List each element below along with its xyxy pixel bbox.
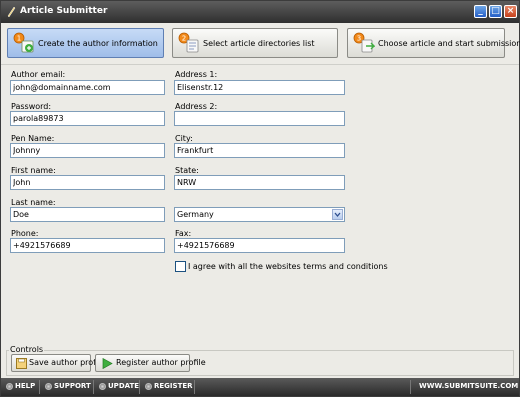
country-select-value: Germany — [177, 210, 214, 219]
state-field[interactable] — [174, 175, 345, 190]
footer-brand-link[interactable]: WWW.SUBMITSUITE.COM — [419, 382, 518, 390]
footer-support-link[interactable]: SUPPORT — [54, 382, 91, 390]
address1-field[interactable] — [174, 80, 345, 95]
step-number: 2 — [182, 35, 186, 43]
maximize-button[interactable]: □ — [489, 5, 502, 18]
fax-field[interactable] — [174, 238, 345, 253]
address1-label: Address 1: — [175, 70, 218, 79]
phone-label: Phone: — [11, 229, 39, 238]
step-select-directories[interactable]: 2 Select article directories list — [172, 28, 338, 58]
close-icon: × — [506, 6, 515, 16]
footer-divider — [139, 380, 140, 394]
lastname-field[interactable] — [10, 207, 165, 222]
city-label: City: — [175, 134, 193, 143]
footer-help-link[interactable]: HELP — [15, 382, 35, 390]
firstname-label: First name: — [11, 166, 56, 175]
city-field[interactable] — [174, 143, 345, 158]
email-field[interactable] — [10, 80, 165, 95]
footer-divider — [93, 380, 94, 394]
agree-label: I agree with all the websites terms and … — [188, 262, 388, 271]
minimize-button[interactable]: _ — [474, 5, 487, 18]
steps-bar: 1 Create the author information 2 Select… — [1, 23, 520, 65]
help-icon — [6, 383, 13, 390]
password-field[interactable] — [10, 111, 165, 126]
directory-list-icon: 2 — [178, 32, 199, 53]
register-button-label: Register author profile — [116, 358, 206, 367]
save-icon — [16, 358, 27, 369]
address2-label: Address 2: — [175, 102, 218, 111]
step-label: Choose article and start submission — [378, 39, 520, 48]
controls-legend: Controls — [9, 345, 45, 354]
minimize-icon: _ — [478, 6, 483, 16]
register-author-profile-button[interactable]: Register author profile — [95, 354, 206, 372]
footer-register-link[interactable]: REGISTER — [154, 382, 193, 390]
title-bar[interactable]: Article Submitter _ □ × — [1, 1, 519, 23]
footer-update-link[interactable]: UPDATE — [108, 382, 139, 390]
support-icon — [45, 383, 52, 390]
maximize-icon: □ — [491, 6, 500, 16]
close-button[interactable]: × — [504, 5, 517, 18]
address2-field[interactable] — [174, 111, 345, 126]
footer-divider — [410, 380, 411, 394]
app-window: Article Submitter _ □ × 1 Create the aut… — [0, 0, 520, 397]
update-icon — [99, 383, 106, 390]
footer-divider — [39, 380, 40, 394]
email-label: Author email: — [11, 70, 66, 79]
footer-divider — [194, 380, 195, 394]
add-user-icon: 1 — [13, 32, 34, 53]
penname-field[interactable] — [10, 143, 165, 158]
step-label: Select article directories list — [203, 39, 315, 48]
save-author-profile-button[interactable]: Save author profile — [11, 354, 105, 372]
fax-label: Fax: — [175, 229, 192, 238]
phone-field[interactable] — [10, 238, 165, 253]
article-submit-icon: 3 — [353, 32, 375, 53]
chevron-down-icon[interactable] — [332, 209, 343, 220]
pen-icon — [7, 6, 16, 17]
country-select[interactable]: Germany — [174, 207, 345, 222]
step-number: 1 — [17, 35, 21, 43]
agree-checkbox[interactable] — [175, 261, 186, 272]
lastname-label: Last name: — [11, 198, 56, 207]
window-title: Article Submitter — [20, 6, 108, 16]
step-choose-article[interactable]: 3 Choose article and start submission — [347, 28, 520, 58]
save-button-label: Save author profile — [29, 358, 106, 367]
step-create-author[interactable]: 1 Create the author information — [7, 28, 164, 58]
step-label: Create the author information — [38, 39, 158, 48]
footer-bar: HELP SUPPORT UPDATE REGISTER WWW.SUBMITS… — [1, 378, 519, 396]
state-label: State: — [175, 166, 199, 175]
step-number: 3 — [357, 35, 361, 43]
penname-label: Pen Name: — [11, 134, 55, 143]
register-icon — [145, 383, 152, 390]
firstname-field[interactable] — [10, 175, 165, 190]
password-label: Password: — [11, 102, 52, 111]
play-icon — [102, 358, 113, 369]
